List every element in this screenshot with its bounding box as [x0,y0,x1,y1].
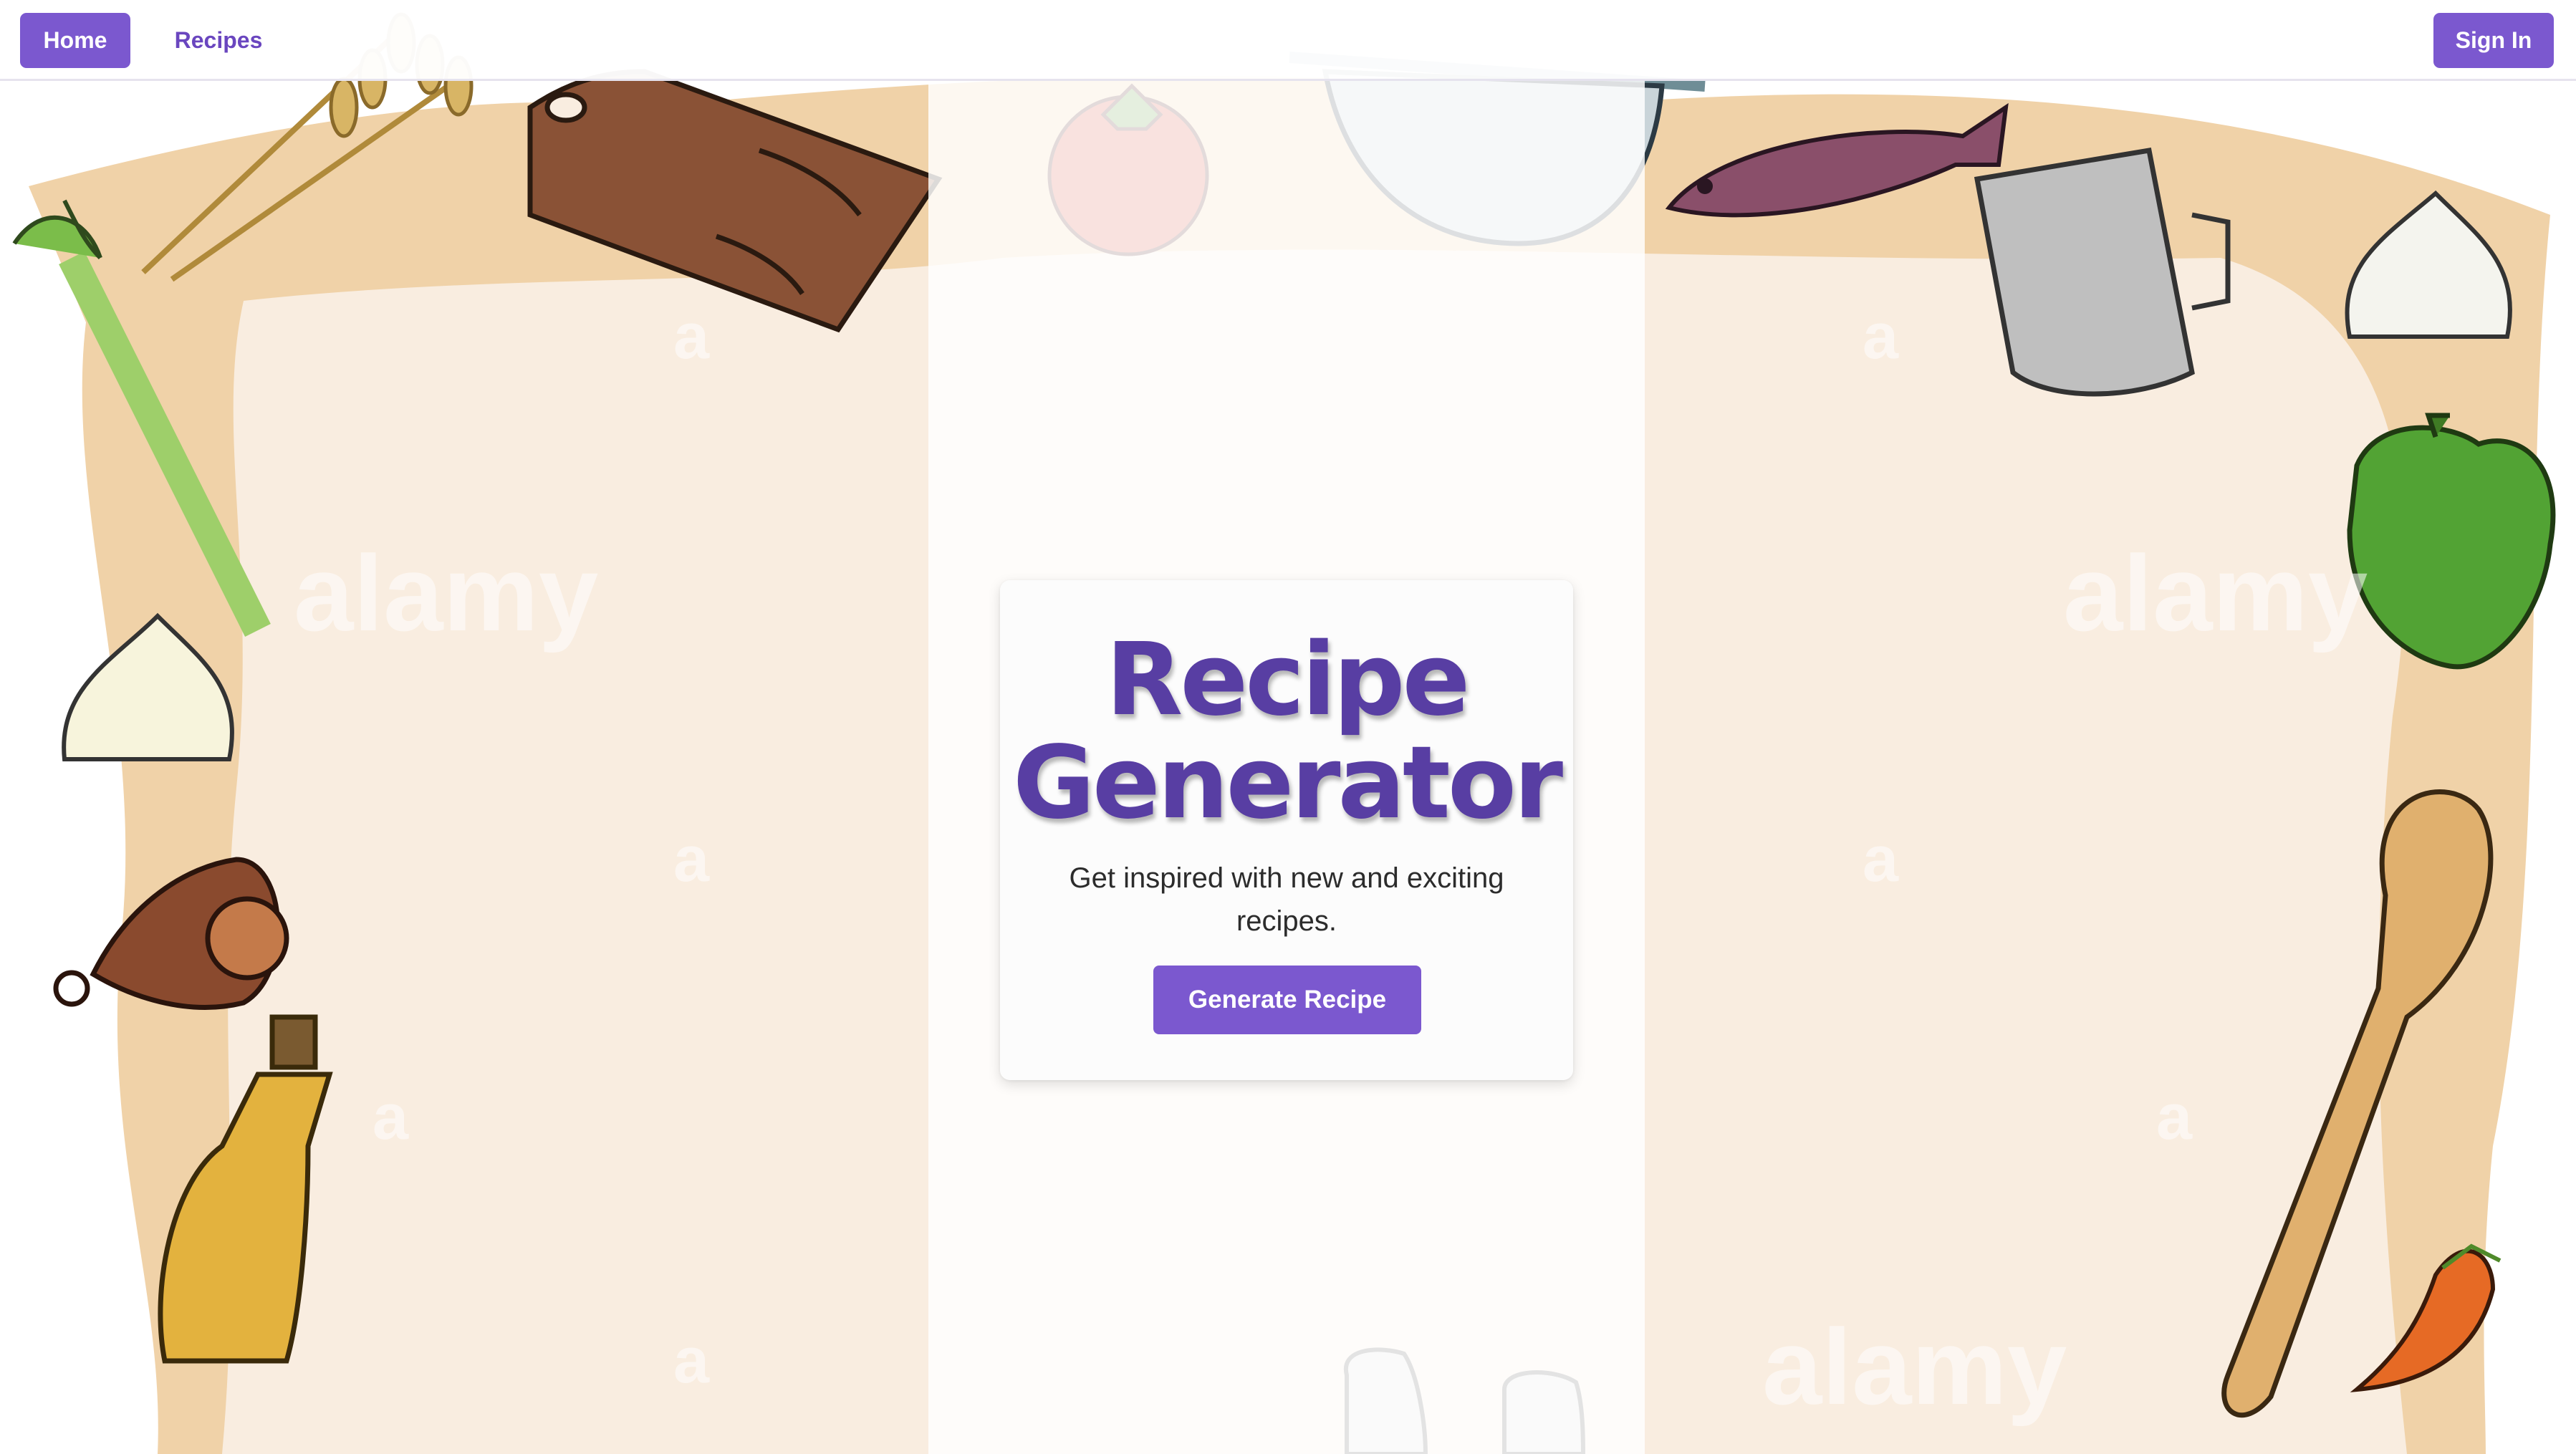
svg-text:a: a [1863,824,1899,895]
hero-subtitle: Get inspired with new and exciting recip… [1069,862,1504,937]
svg-text:a: a [2156,1082,2193,1153]
sign-in-button[interactable]: Sign In [2433,13,2554,68]
hero-card: Recipe Generator Get inspired with new a… [1000,580,1573,1080]
svg-text:alamy: alamy [294,533,598,653]
nav-home-button[interactable]: Home [20,13,130,68]
generate-recipe-button[interactable]: Generate Recipe [1153,966,1421,1034]
svg-text:a: a [673,1325,710,1397]
nav-recipes-link[interactable]: Recipes [165,13,272,68]
svg-text:a: a [673,824,710,895]
svg-text:alamy: alamy [2063,533,2368,653]
svg-text:a: a [373,1082,409,1153]
svg-text:alamy: alamy [1762,1306,2067,1427]
svg-text:a: a [673,301,710,372]
top-navbar: Home Recipes Sign In [0,0,2576,81]
hero-title-line-1: Recipe [1105,622,1471,738]
svg-text:a: a [1863,301,1899,372]
hero-title: Recipe Generator [1000,629,1573,835]
hero-title-line-2: Generator [1012,725,1563,842]
